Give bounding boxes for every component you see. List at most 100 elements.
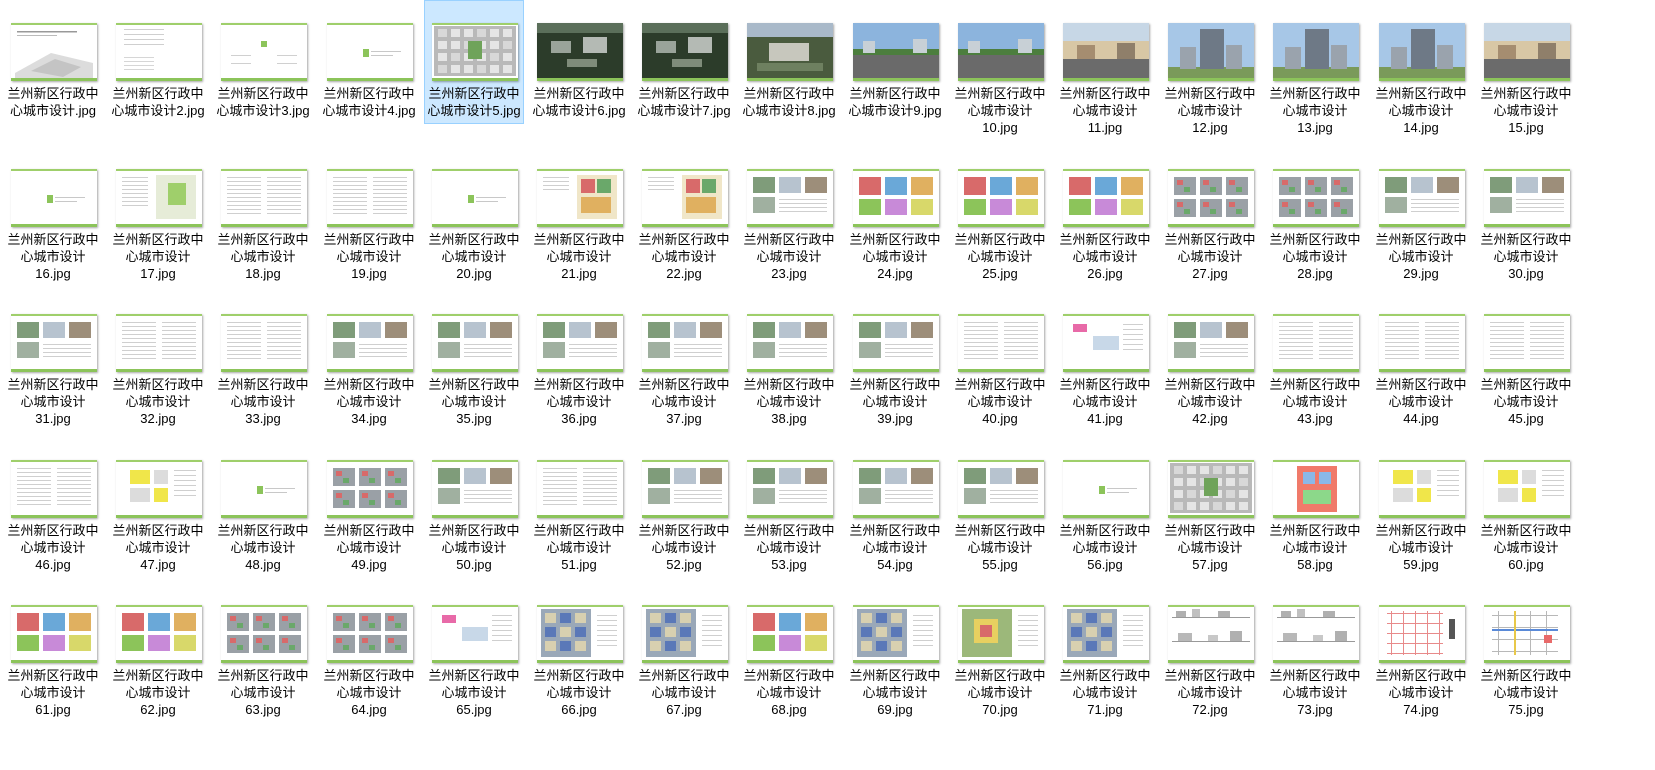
file-item[interactable]: 兰州新区行政中 心城市设计 30.jpg [1476, 146, 1576, 284]
file-name-label: 兰州新区行政中 心城市设计2.jpg [111, 86, 205, 118]
file-item[interactable]: 兰州新区行政中 心城市设计 73.jpg [1265, 582, 1365, 720]
file-item[interactable]: 兰州新区行政中 心城市设计 22.jpg [634, 146, 734, 284]
file-thumbnail [537, 605, 623, 663]
file-item[interactable]: 兰州新区行政中 心城市设计 41.jpg [1055, 291, 1155, 429]
file-item[interactable]: 兰州新区行政中 心城市设计 18.jpg [213, 146, 313, 284]
file-item[interactable]: 兰州新区行政中 心城市设计 72.jpg [1160, 582, 1260, 720]
file-thumbnail [11, 23, 97, 81]
file-item[interactable]: 兰州新区行政中 心城市设计 24.jpg [845, 146, 945, 284]
file-item[interactable]: 兰州新区行政中 心城市设计 23.jpg [739, 146, 839, 284]
file-item[interactable]: 兰州新区行政中 心城市设计 62.jpg [108, 582, 208, 720]
file-item[interactable]: 兰州新区行政中 心城市设计 71.jpg [1055, 582, 1155, 720]
file-item[interactable]: 兰州新区行政中 心城市设计 19.jpg [319, 146, 419, 284]
file-item[interactable]: 兰州新区行政中 心城市设计 31.jpg [3, 291, 103, 429]
file-item[interactable]: 兰州新区行政中 心城市设计 15.jpg [1476, 0, 1576, 138]
file-item[interactable]: 兰州新区行政中 心城市设计8.jpg [739, 0, 839, 124]
file-name-label: 兰州新区行政中 心城市设计 62.jpg [112, 668, 204, 717]
file-item[interactable]: 兰州新区行政中 心城市设计 74.jpg [1371, 582, 1471, 720]
file-item[interactable]: 兰州新区行政中 心城市设计 39.jpg [845, 291, 945, 429]
file-item[interactable]: 兰州新区行政中 心城市设计.jpg [3, 0, 103, 124]
file-item[interactable]: 兰州新区行政中 心城市设计 49.jpg [319, 437, 419, 575]
file-item[interactable]: 兰州新区行政中 心城市设计 11.jpg [1055, 0, 1155, 138]
file-item[interactable]: 兰州新区行政中 心城市设计 52.jpg [634, 437, 734, 575]
file-name-label: 兰州新区行政中 心城市设计 54.jpg [849, 523, 941, 572]
file-name-label: 兰州新区行政中 心城市设计 46.jpg [7, 523, 99, 572]
file-thumbnail [853, 460, 939, 518]
file-name-label: 兰州新区行政中 心城市设计 57.jpg [1164, 523, 1256, 572]
file-item[interactable]: 兰州新区行政中 心城市设计 69.jpg [845, 582, 945, 720]
file-item[interactable]: 兰州新区行政中 心城市设计 43.jpg [1265, 291, 1365, 429]
file-name-label: 兰州新区行政中 心城市设计 13.jpg [1269, 86, 1361, 135]
file-item[interactable]: 兰州新区行政中 心城市设计 42.jpg [1160, 291, 1260, 429]
file-thumbnail [432, 169, 518, 227]
file-item[interactable]: 兰州新区行政中 心城市设计 33.jpg [213, 291, 313, 429]
file-item[interactable]: 兰州新区行政中 心城市设计 25.jpg [950, 146, 1050, 284]
file-item[interactable]: 兰州新区行政中 心城市设计 54.jpg [845, 437, 945, 575]
file-thumbnail [221, 605, 307, 663]
file-item[interactable]: 兰州新区行政中 心城市设计 55.jpg [950, 437, 1050, 575]
file-thumbnail [221, 23, 307, 81]
file-name-label: 兰州新区行政中 心城市设计 36.jpg [533, 377, 625, 426]
file-item[interactable]: 兰州新区行政中 心城市设计 16.jpg [3, 146, 103, 284]
file-name-label: 兰州新区行政中 心城市设计7.jpg [637, 86, 731, 118]
file-item[interactable]: 兰州新区行政中 心城市设计 65.jpg [424, 582, 524, 720]
file-item[interactable]: 兰州新区行政中 心城市设计5.jpg [424, 0, 524, 124]
file-name-label: 兰州新区行政中 心城市设计.jpg [7, 86, 99, 118]
file-item[interactable]: 兰州新区行政中 心城市设计 27.jpg [1160, 146, 1260, 284]
file-item[interactable]: 兰州新区行政中 心城市设计2.jpg [108, 0, 208, 124]
file-thumbnail [1484, 169, 1570, 227]
file-item[interactable]: 兰州新区行政中 心城市设计 46.jpg [3, 437, 103, 575]
file-item[interactable]: 兰州新区行政中 心城市设计 51.jpg [529, 437, 629, 575]
file-thumbnail [747, 460, 833, 518]
file-item[interactable]: 兰州新区行政中 心城市设计 64.jpg [319, 582, 419, 720]
file-item[interactable]: 兰州新区行政中 心城市设计 34.jpg [319, 291, 419, 429]
file-item[interactable]: 兰州新区行政中 心城市设计 67.jpg [634, 582, 734, 720]
file-item[interactable]: 兰州新区行政中 心城市设计 10.jpg [950, 0, 1050, 138]
file-name-label: 兰州新区行政中 心城市设计 20.jpg [428, 232, 520, 281]
file-item[interactable]: 兰州新区行政中 心城市设计 17.jpg [108, 146, 208, 284]
file-item[interactable]: 兰州新区行政中 心城市设计 75.jpg [1476, 582, 1576, 720]
file-name-label: 兰州新区行政中 心城市设计8.jpg [742, 86, 836, 118]
file-item[interactable]: 兰州新区行政中 心城市设计4.jpg [319, 0, 419, 124]
file-item[interactable]: 兰州新区行政中 心城市设计 58.jpg [1265, 437, 1365, 575]
file-name-label: 兰州新区行政中 心城市设计 26.jpg [1059, 232, 1151, 281]
file-name-label: 兰州新区行政中 心城市设计 25.jpg [954, 232, 1046, 281]
file-item[interactable]: 兰州新区行政中 心城市设计 50.jpg [424, 437, 524, 575]
file-item[interactable]: 兰州新区行政中 心城市设计 26.jpg [1055, 146, 1155, 284]
file-item[interactable]: 兰州新区行政中 心城市设计 45.jpg [1476, 291, 1576, 429]
file-item[interactable]: 兰州新区行政中 心城市设计 29.jpg [1371, 146, 1471, 284]
file-item[interactable]: 兰州新区行政中 心城市设计9.jpg [845, 0, 945, 124]
file-item[interactable]: 兰州新区行政中 心城市设计 63.jpg [213, 582, 313, 720]
file-thumbnail [958, 169, 1044, 227]
file-item[interactable]: 兰州新区行政中 心城市设计 59.jpg [1371, 437, 1471, 575]
file-name-label: 兰州新区行政中 心城市设计 72.jpg [1164, 668, 1256, 717]
file-thumbnail [642, 23, 728, 81]
file-item[interactable]: 兰州新区行政中 心城市设计 32.jpg [108, 291, 208, 429]
file-item[interactable]: 兰州新区行政中 心城市设计 61.jpg [3, 582, 103, 720]
file-item[interactable]: 兰州新区行政中 心城市设计 40.jpg [950, 291, 1050, 429]
file-item[interactable]: 兰州新区行政中 心城市设计3.jpg [213, 0, 313, 124]
file-item[interactable]: 兰州新区行政中 心城市设计 36.jpg [529, 291, 629, 429]
file-item[interactable]: 兰州新区行政中 心城市设计 56.jpg [1055, 437, 1155, 575]
file-item[interactable]: 兰州新区行政中 心城市设计 47.jpg [108, 437, 208, 575]
file-item[interactable]: 兰州新区行政中 心城市设计 20.jpg [424, 146, 524, 284]
file-item[interactable]: 兰州新区行政中 心城市设计 13.jpg [1265, 0, 1365, 138]
file-item[interactable]: 兰州新区行政中 心城市设计 57.jpg [1160, 437, 1260, 575]
file-item[interactable]: 兰州新区行政中 心城市设计 48.jpg [213, 437, 313, 575]
file-name-label: 兰州新区行政中 心城市设计 59.jpg [1375, 523, 1467, 572]
file-item[interactable]: 兰州新区行政中 心城市设计 14.jpg [1371, 0, 1471, 138]
file-item[interactable]: 兰州新区行政中 心城市设计 21.jpg [529, 146, 629, 284]
file-item[interactable]: 兰州新区行政中 心城市设计 60.jpg [1476, 437, 1576, 575]
file-item[interactable]: 兰州新区行政中 心城市设计 37.jpg [634, 291, 734, 429]
file-item[interactable]: 兰州新区行政中 心城市设计 70.jpg [950, 582, 1050, 720]
file-item[interactable]: 兰州新区行政中 心城市设计7.jpg [634, 0, 734, 124]
file-item[interactable]: 兰州新区行政中 心城市设计 12.jpg [1160, 0, 1260, 138]
file-item[interactable]: 兰州新区行政中 心城市设计 53.jpg [739, 437, 839, 575]
file-item[interactable]: 兰州新区行政中 心城市设计 38.jpg [739, 291, 839, 429]
file-item[interactable]: 兰州新区行政中 心城市设计 35.jpg [424, 291, 524, 429]
file-item[interactable]: 兰州新区行政中 心城市设计 68.jpg [739, 582, 839, 720]
file-item[interactable]: 兰州新区行政中 心城市设计6.jpg [529, 0, 629, 124]
file-item[interactable]: 兰州新区行政中 心城市设计 44.jpg [1371, 291, 1471, 429]
file-item[interactable]: 兰州新区行政中 心城市设计 28.jpg [1265, 146, 1365, 284]
file-item[interactable]: 兰州新区行政中 心城市设计 66.jpg [529, 582, 629, 720]
